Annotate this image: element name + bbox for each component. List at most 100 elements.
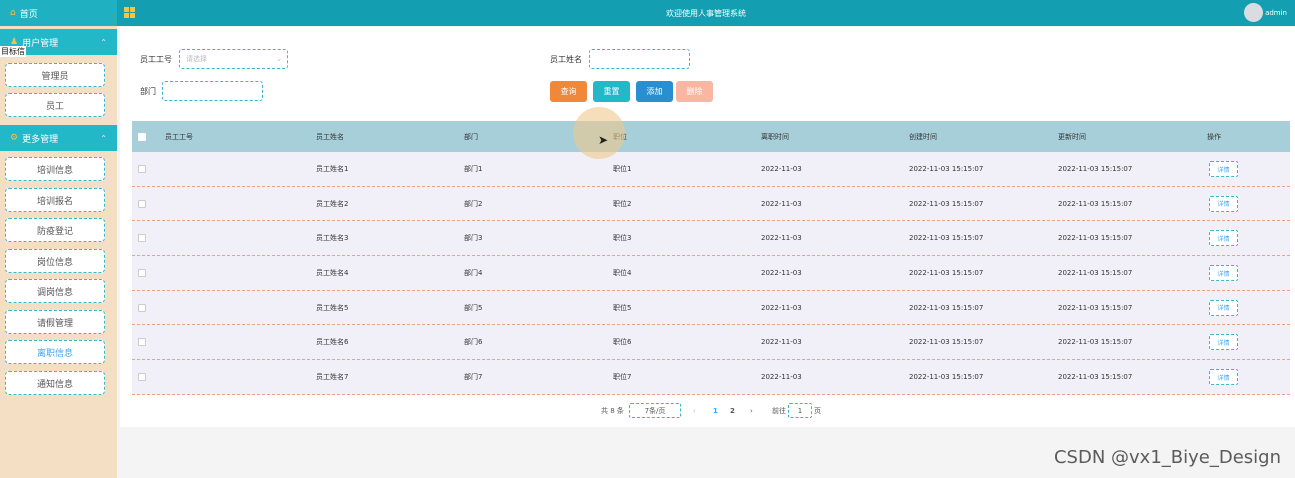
cell-emp-name: 员工姓名4 — [316, 268, 349, 277]
detail-button[interactable]: 详情 — [1209, 369, 1238, 386]
cell-resign-time: 2022-11-03 — [761, 199, 802, 208]
cell-created-time: 2022-11-03 15:15:07 — [909, 268, 984, 277]
cell-position: 职位6 — [613, 338, 632, 347]
cell-emp-name: 员工姓名6 — [316, 338, 349, 347]
emp-name-input[interactable] — [589, 49, 690, 69]
page-size-select[interactable]: 7条/页 — [629, 403, 681, 418]
cell-created-time: 2022-11-03 15:15:07 — [909, 338, 984, 347]
table-row: 员工姓名1 部门1 职位1 2022-11-03 2022-11-03 15:15:07… — [132, 152, 1290, 187]
dept-label: 部门 — [140, 87, 156, 96]
row-checkbox[interactable] — [138, 372, 146, 381]
sidebar-home-label: 首页 — [19, 9, 38, 20]
user-name[interactable]: admin — [1265, 9, 1287, 17]
delete-button[interactable]: 删除 — [676, 81, 713, 102]
detail-button[interactable]: 详情 — [1209, 161, 1238, 177]
table-row: 员工姓名2 部门2 职位2 2022-11-03 2022-11-03 15:15:07… — [132, 186, 1290, 222]
cell-created-time: 2022-11-03 15:15:07 — [909, 303, 984, 312]
watermark: CSDN @vx1_Biye_Design — [1053, 447, 1281, 468]
next-page-icon[interactable]: › — [750, 403, 753, 418]
cell-dept: 部门3 — [464, 234, 483, 243]
goto-label: 前往 — [772, 406, 786, 415]
sidebar-item-training-info[interactable]: 培训信息 — [5, 157, 105, 181]
select-all-checkbox[interactable] — [138, 132, 146, 141]
page-1[interactable]: 1 — [713, 403, 718, 418]
goto-input[interactable]: 1 — [788, 403, 812, 418]
emp-no-select[interactable]: 请选择 ⌄ — [179, 49, 288, 69]
table-row: 员工姓名5 部门5 职位5 2022-11-03 2022-11-03 15:15:07… — [132, 290, 1290, 326]
sidebar-item-leave-management[interactable]: 请假管理 — [5, 310, 105, 334]
table-row: 员工姓名3 部门3 职位3 2022-11-03 2022-11-03 15:15:07… — [132, 221, 1290, 257]
cell-position: 职位3 — [613, 234, 632, 243]
detail-button[interactable]: 详情 — [1209, 334, 1238, 351]
sidebar-group-label: 更多管理 — [22, 134, 59, 145]
col-header-created-time: 创建时间 — [909, 132, 937, 141]
avatar[interactable] — [1244, 3, 1263, 22]
main-panel: 员工工号 请选择 ⌄ 员工姓名 部门 查询 重置 添加 删除 员工工号 员工姓名… — [120, 27, 1295, 427]
col-header-resign-time: 离职时间 — [761, 132, 789, 141]
top-bar: 欢迎使用人事管理系统 admin — [117, 0, 1295, 26]
detail-button[interactable]: 详情 — [1209, 299, 1238, 316]
query-button[interactable]: 查询 — [550, 81, 587, 102]
chevron-down-icon: ⌄ — [276, 55, 282, 63]
row-checkbox[interactable] — [138, 199, 146, 208]
sidebar-item-epidemic-registration[interactable]: 防疫登记 — [5, 218, 105, 242]
sidebar-item-admin[interactable]: 管理员 — [5, 63, 105, 87]
chevron-up-icon: ⌃ — [100, 37, 107, 47]
emp-name-label: 员工姓名 — [550, 55, 582, 64]
cell-resign-time: 2022-11-03 — [761, 268, 802, 277]
page-size-value: 7条/页 — [644, 406, 666, 415]
row-checkbox[interactable] — [138, 234, 146, 243]
sidebar-item-employee[interactable]: 员工 — [5, 93, 105, 117]
goto-value: 1 — [797, 406, 803, 415]
row-checkbox[interactable] — [138, 268, 146, 277]
page-2[interactable]: 2 — [730, 403, 735, 418]
settings-icon: ⚙ — [10, 133, 19, 143]
row-checkbox[interactable] — [138, 303, 146, 312]
cell-emp-name: 员工姓名1 — [316, 164, 349, 173]
cell-emp-name: 员工姓名2 — [316, 199, 349, 208]
cell-position: 职位2 — [613, 199, 632, 208]
cell-resign-time: 2022-11-03 — [761, 338, 802, 347]
cell-resign-time: 2022-11-03 — [761, 303, 802, 312]
sidebar-home[interactable]: ⌂ 首页 — [0, 0, 117, 26]
row-checkbox[interactable] — [138, 338, 146, 347]
cell-created-time: 2022-11-03 15:15:07 — [909, 372, 984, 381]
prev-page-icon[interactable]: ‹ — [693, 403, 696, 418]
cell-created-time: 2022-11-03 15:15:07 — [909, 164, 984, 173]
sidebar-item-resignation-info[interactable]: 离职信息 — [5, 340, 105, 364]
cell-position: 职位1 — [613, 164, 632, 173]
cell-resign-time: 2022-11-03 — [761, 164, 802, 173]
sidebar-item-transfer-info[interactable]: 调岗信息 — [5, 279, 105, 303]
table-header: 员工工号 员工姓名 部门 职位 离职时间 创建时间 更新时间 操作 — [132, 121, 1290, 152]
cell-updated-time: 2022-11-03 15:15:07 — [1058, 338, 1133, 347]
cell-emp-name: 员工姓名5 — [316, 303, 349, 312]
detail-button[interactable]: 详情 — [1209, 195, 1238, 212]
sidebar-item-training-signup[interactable]: 培训报名 — [5, 188, 105, 212]
cell-resign-time: 2022-11-03 — [761, 234, 802, 243]
detail-button[interactable]: 详情 — [1209, 265, 1238, 282]
cell-created-time: 2022-11-03 15:15:07 — [909, 199, 984, 208]
table-row: 员工姓名7 部门7 职位7 2022-11-03 2022-11-03 15:15:07… — [132, 360, 1290, 395]
sidebar-group-more-management[interactable]: ⚙ 更多管理 ⌃ — [0, 125, 117, 151]
row-checkbox[interactable] — [138, 164, 146, 173]
dept-input[interactable] — [162, 81, 263, 101]
sidebar-item-position-info[interactable]: 岗位信息 — [5, 249, 105, 273]
cell-dept: 部门6 — [464, 338, 483, 347]
page-title: 欢迎使用人事管理系统 — [666, 9, 746, 18]
col-header-dept: 部门 — [464, 132, 478, 141]
detail-button[interactable]: 详情 — [1209, 230, 1238, 247]
sidebar-group-label: 用户管理 — [22, 38, 59, 49]
sidebar: ⌂ 首页 ♟ 用户管理 ⌃ 目标信 管理员 员工 ⚙ 更多管理 ⌃ 培训信息 培… — [0, 0, 117, 478]
cell-dept: 部门1 — [464, 164, 483, 173]
cell-dept: 部门5 — [464, 303, 483, 312]
cell-updated-time: 2022-11-03 15:15:07 — [1058, 199, 1133, 208]
data-table: 员工工号 员工姓名 部门 职位 离职时间 创建时间 更新时间 操作 员工姓名1 部… — [132, 121, 1290, 395]
cell-updated-time: 2022-11-03 15:15:07 — [1058, 234, 1133, 243]
page-suffix: 页 — [814, 406, 821, 415]
sidebar-item-notice-info[interactable]: 通知信息 — [5, 371, 105, 395]
add-button[interactable]: 添加 — [636, 81, 673, 102]
cell-position: 职位7 — [613, 372, 632, 381]
cell-dept: 部门4 — [464, 268, 483, 277]
cell-dept: 部门2 — [464, 199, 483, 208]
reset-button[interactable]: 重置 — [593, 81, 630, 102]
